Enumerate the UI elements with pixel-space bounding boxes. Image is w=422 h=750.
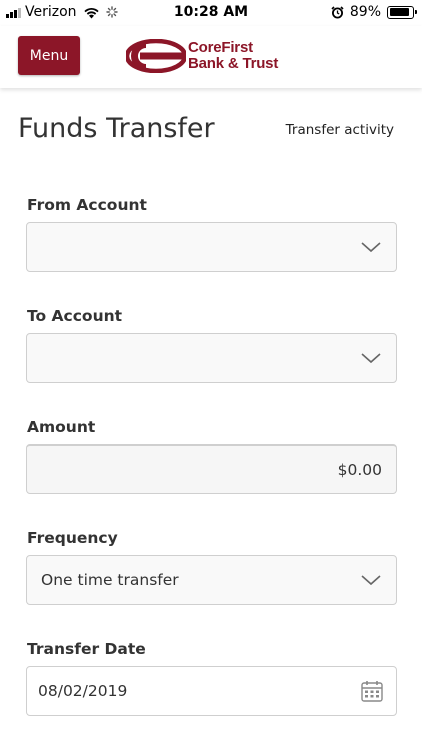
signal-icon xyxy=(6,6,21,18)
battery-icon xyxy=(387,5,417,19)
chevron-down-icon xyxy=(361,242,381,253)
logo-line-2: Bank & Trust xyxy=(188,55,279,72)
status-bar: Verizon 10:28 AM 89% xyxy=(0,0,422,26)
logo-text: CoreFirst Bank & Trust xyxy=(188,40,278,72)
frequency-label: Frequency xyxy=(27,529,118,547)
chevron-down-icon xyxy=(361,575,381,586)
transfer-date-value: 08/02/2019 xyxy=(38,682,128,700)
carrier-name: Verizon xyxy=(25,4,77,20)
from-account-label: From Account xyxy=(27,196,147,214)
to-account-label: To Account xyxy=(27,307,123,325)
from-account-select[interactable] xyxy=(26,222,397,272)
logo-line-1: CoreFirst xyxy=(188,39,253,56)
alarm-icon xyxy=(331,5,344,18)
frequency-value: One time transfer xyxy=(41,571,179,589)
calendar-icon[interactable] xyxy=(360,679,384,703)
battery-percent: 89% xyxy=(349,4,381,20)
chevron-down-icon xyxy=(361,353,381,364)
status-left: Verizon xyxy=(6,4,118,20)
logo-mark-icon xyxy=(126,39,186,73)
to-account-select[interactable] xyxy=(26,333,397,383)
wifi-icon xyxy=(83,7,99,18)
transfer-date-input[interactable]: 08/02/2019 xyxy=(26,666,397,716)
menu-button[interactable]: Menu xyxy=(18,36,80,75)
transfer-activity-link[interactable]: Transfer activity xyxy=(286,122,394,138)
amount-value: $0.00 xyxy=(337,460,382,479)
activity-spinner-icon xyxy=(105,6,118,18)
frequency-select[interactable]: One time transfer xyxy=(26,555,397,605)
app-header: Menu CoreFirst Bank & Trust xyxy=(0,26,422,88)
amount-input[interactable]: $0.00 xyxy=(26,444,397,494)
transfer-date-label: Transfer Date xyxy=(27,640,146,658)
page-title: Funds Transfer xyxy=(18,113,215,144)
status-right: 89% xyxy=(331,4,417,20)
bank-logo[interactable]: CoreFirst Bank & Trust xyxy=(126,38,296,74)
amount-label: Amount xyxy=(27,418,96,436)
